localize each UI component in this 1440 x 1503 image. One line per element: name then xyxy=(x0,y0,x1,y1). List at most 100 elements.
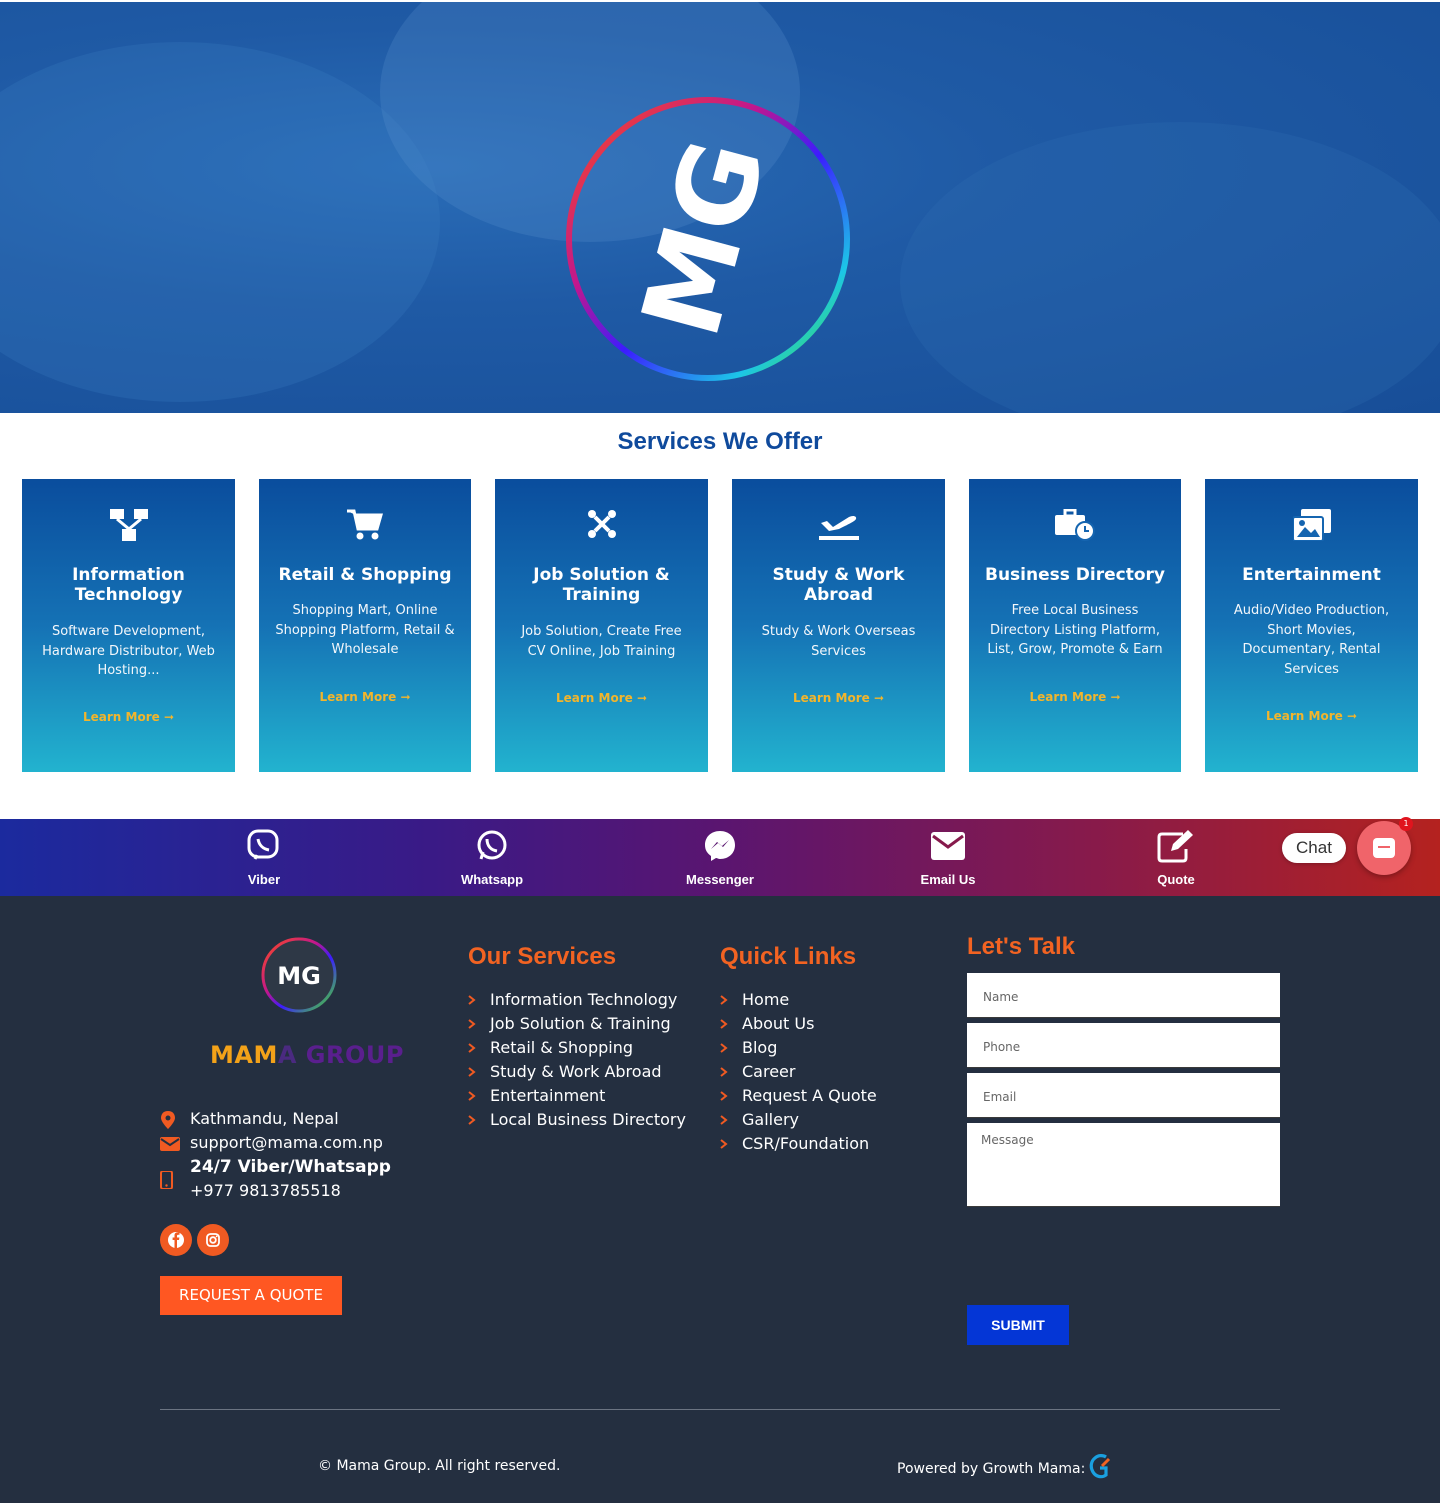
service-card-directory[interactable]: Business Directory Free Local Business D… xyxy=(969,479,1181,772)
quick-link[interactable]: Home xyxy=(720,988,877,1012)
learn-more-link[interactable]: Learn More ➞ xyxy=(1205,709,1418,723)
service-link[interactable]: Information Technology xyxy=(468,988,686,1012)
envelope-icon xyxy=(160,1137,180,1151)
service-desc: Shopping Mart, Online Shopping Platform,… xyxy=(275,603,455,657)
growth-mama-logo-icon[interactable] xyxy=(1089,1454,1111,1480)
learn-more-link[interactable]: Learn More ➞ xyxy=(22,710,235,724)
service-desc: Software Development, Hardware Distribut… xyxy=(42,624,215,678)
quote-label: Quote xyxy=(1157,872,1195,887)
quick-link[interactable]: About Us xyxy=(720,1012,877,1036)
images-icon xyxy=(1205,509,1418,549)
hero-bg-shape xyxy=(900,122,1440,413)
brand-name: MAMA GROUP xyxy=(210,1041,404,1069)
viber-icon xyxy=(247,829,279,860)
service-card-abroad[interactable]: Study & Work Abroad Study & Work Oversea… xyxy=(732,479,945,772)
chevron-right-icon xyxy=(720,995,728,1005)
quote-button[interactable]: Quote xyxy=(1106,819,1246,896)
hero-banner: MG xyxy=(0,2,1440,413)
service-link[interactable]: Local Business Directory xyxy=(468,1108,686,1132)
chevron-right-icon xyxy=(468,1067,476,1077)
sitemap-icon xyxy=(22,509,235,549)
lets-talk-heading: Let's Talk xyxy=(967,933,1075,960)
chevron-right-icon xyxy=(720,1019,728,1029)
instagram-button[interactable] xyxy=(197,1224,229,1256)
quick-links-heading: Quick Links xyxy=(720,943,857,970)
messenger-button[interactable]: Messenger xyxy=(650,819,790,896)
service-desc: Free Local Business Directory Listing Pl… xyxy=(987,603,1163,657)
chat-badge: 1 xyxy=(1399,817,1413,831)
learn-more-link[interactable]: Learn More ➞ xyxy=(969,690,1181,704)
footer-divider xyxy=(160,1409,1280,1410)
submit-button[interactable]: SUBMIT xyxy=(967,1305,1069,1345)
messenger-label: Messenger xyxy=(686,872,754,887)
email-us-label: Email Us xyxy=(920,872,976,887)
chevron-right-icon xyxy=(468,1091,476,1101)
svg-text:MG: MG xyxy=(619,127,791,349)
quick-link[interactable]: Career xyxy=(720,1060,877,1084)
messenger-icon xyxy=(705,831,735,861)
service-desc: Job Solution, Create Free CV Online, Job… xyxy=(521,624,682,659)
service-title: Retail & Shopping xyxy=(278,565,452,585)
service-title: Study & Work Abroad xyxy=(772,565,905,605)
service-link[interactable]: Retail & Shopping xyxy=(468,1036,686,1060)
whatsapp-button[interactable]: Whatsapp xyxy=(422,819,562,896)
our-services-heading: Our Services xyxy=(468,943,617,970)
whatsapp-icon xyxy=(477,830,507,860)
service-desc: Study & Work Overseas Services xyxy=(761,624,916,659)
service-link[interactable]: Study & Work Abroad xyxy=(468,1060,686,1084)
service-desc: Audio/Video Production, Short Movies, Do… xyxy=(1233,603,1390,677)
mobile-icon xyxy=(160,1171,173,1189)
shopping-cart-icon xyxy=(259,509,471,549)
quick-links-list: Home About Us Blog Career Request A Quot… xyxy=(720,988,877,1156)
plane-departure-icon xyxy=(732,509,945,549)
facebook-button[interactable] xyxy=(160,1224,192,1256)
facebook-icon xyxy=(168,1232,184,1248)
quick-link[interactable]: Gallery xyxy=(720,1108,877,1132)
service-card-it[interactable]: Information Technology Software Developm… xyxy=(22,479,235,772)
service-link[interactable]: Job Solution & Training xyxy=(468,1012,686,1036)
name-field[interactable]: Name xyxy=(967,973,1280,1018)
email-field[interactable]: Email xyxy=(967,1073,1280,1118)
chat-label[interactable]: Chat xyxy=(1282,833,1346,863)
joomla-icon xyxy=(495,509,708,549)
service-link[interactable]: Entertainment xyxy=(468,1084,686,1108)
learn-more-link[interactable]: Learn More ➞ xyxy=(495,691,708,705)
request-quote-button[interactable]: REQUEST A QUOTE xyxy=(160,1276,342,1315)
quick-link[interactable]: Blog xyxy=(720,1036,877,1060)
chevron-right-icon xyxy=(720,1115,728,1125)
footer-logo-icon: MG xyxy=(261,937,337,1013)
email-text[interactable]: support@mama.com.np xyxy=(190,1131,383,1155)
quick-link[interactable]: CSR/Foundation xyxy=(720,1132,877,1156)
phone-field[interactable]: Phone xyxy=(967,1023,1280,1068)
service-title: Job Solution & Training xyxy=(533,565,670,605)
chevron-right-icon xyxy=(720,1067,728,1077)
learn-more-link[interactable]: Learn More ➞ xyxy=(732,691,945,705)
email-us-button[interactable]: Email Us xyxy=(878,819,1018,896)
our-services-list: Information Technology Job Solution & Tr… xyxy=(468,988,686,1132)
instagram-icon xyxy=(206,1233,220,1247)
viber-label: Viber xyxy=(247,872,281,887)
phone-number[interactable]: +977 9813785518 xyxy=(190,1179,341,1203)
svg-text:MG: MG xyxy=(277,962,321,990)
service-card-entertainment[interactable]: Entertainment Audio/Video Production, Sh… xyxy=(1205,479,1418,772)
service-title: Business Directory xyxy=(985,565,1165,585)
quick-link[interactable]: Request A Quote xyxy=(720,1084,877,1108)
service-card-retail[interactable]: Retail & Shopping Shopping Mart, Online … xyxy=(259,479,471,772)
footer: MG MAMA GROUP Kathmandu, Nepal support@m… xyxy=(0,896,1440,1503)
phone-title: 24/7 Viber/Whatsapp xyxy=(190,1157,391,1177)
chevron-right-icon xyxy=(468,1019,476,1029)
address-text: Kathmandu, Nepal xyxy=(190,1109,339,1128)
hero-bg-shape xyxy=(0,42,440,402)
service-card-job[interactable]: Job Solution & Training Job Solution, Cr… xyxy=(495,479,708,772)
services-title: Services We Offer xyxy=(617,428,823,455)
envelope-icon xyxy=(931,832,965,860)
message-field[interactable]: Message xyxy=(967,1123,1280,1207)
powered-by-text: Powered by Growth Mama: xyxy=(897,1461,1086,1477)
chevron-right-icon xyxy=(720,1043,728,1053)
service-title: Entertainment xyxy=(1242,565,1381,585)
viber-button[interactable]: Viber xyxy=(194,819,334,896)
mg-logo-icon: MG xyxy=(566,97,850,381)
learn-more-link[interactable]: Learn More ➞ xyxy=(259,690,471,704)
chevron-right-icon xyxy=(720,1139,728,1149)
chevron-right-icon xyxy=(720,1091,728,1101)
